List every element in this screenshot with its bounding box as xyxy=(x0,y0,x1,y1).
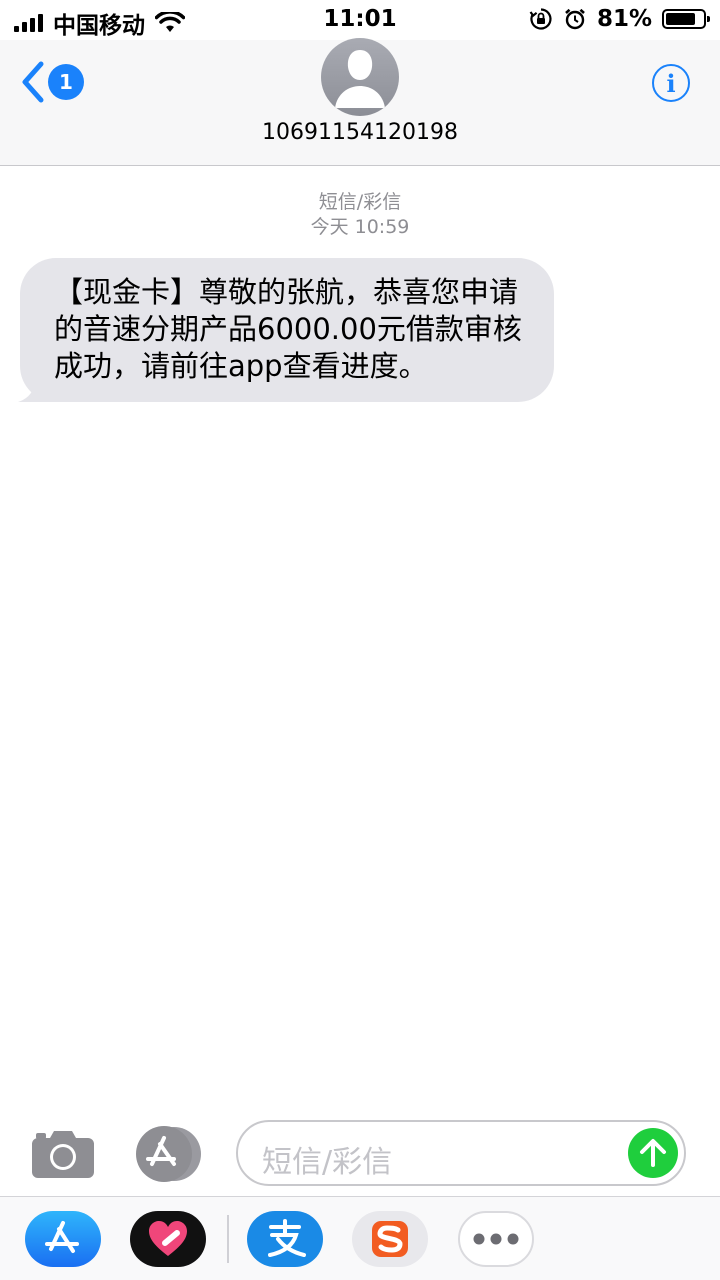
apps-button[interactable] xyxy=(134,1126,202,1182)
app-store-icon xyxy=(136,1126,201,1182)
status-right: 81% xyxy=(529,6,710,32)
orientation-lock-icon xyxy=(529,8,552,30)
service-label: 短信/彩信 xyxy=(318,191,402,213)
unread-badge: 1 xyxy=(48,64,84,100)
app-tray xyxy=(0,1196,720,1280)
message-input-placeholder: 短信/彩信 xyxy=(262,1145,393,1180)
message-meta: 短信/彩信 今天 10:59 xyxy=(0,190,720,240)
battery-icon xyxy=(662,9,710,29)
message-input[interactable]: 短信/彩信 xyxy=(236,1120,686,1186)
tray-app-store[interactable] xyxy=(25,1211,101,1267)
person-silhouette-icon xyxy=(335,50,385,108)
compose-bar: 短信/彩信 xyxy=(0,1108,720,1196)
conversation-header: 1 10691154120198 i xyxy=(0,38,720,166)
incoming-message-bubble[interactable]: 【现金卡】尊敬的张航，恭喜您申请的音速分期产品6000.00元借款审核成功，请前… xyxy=(20,258,554,402)
status-bar: 中国移动 11:01 81% xyxy=(0,0,720,40)
contact-name[interactable]: 10691154120198 xyxy=(0,120,720,145)
message-text: 【现金卡】尊敬的张航，恭喜您申请的音速分期产品6000.00元借款审核成功，请前… xyxy=(54,275,522,383)
app-store-icon xyxy=(45,1221,79,1253)
message-timestamp: 今天 10:59 xyxy=(310,216,410,238)
alipay-icon xyxy=(268,1219,306,1257)
send-button[interactable] xyxy=(628,1128,678,1178)
more-icon xyxy=(473,1233,519,1245)
tray-alipay[interactable] xyxy=(247,1211,323,1267)
camera-button[interactable] xyxy=(32,1130,94,1182)
heart-icon xyxy=(149,1221,187,1256)
tray-heart-app[interactable] xyxy=(130,1211,206,1267)
message-row: 【现金卡】尊敬的张航，恭喜您申请的音速分期产品6000.00元借款审核成功，请前… xyxy=(18,258,554,402)
tray-divider xyxy=(227,1215,229,1263)
arrow-up-icon xyxy=(640,1139,666,1167)
tray-sogou[interactable] xyxy=(352,1211,428,1267)
camera-icon xyxy=(32,1131,94,1178)
back-button[interactable]: 1 xyxy=(20,60,84,104)
battery-percent: 81% xyxy=(596,6,652,32)
contact-avatar[interactable] xyxy=(321,38,399,116)
info-button[interactable]: i xyxy=(652,64,690,102)
sogou-icon xyxy=(372,1221,408,1257)
messages-screen: 中国移动 11:01 81% 1 10691154120198 i 短信/彩信 … xyxy=(0,0,720,1280)
info-icon: i xyxy=(666,68,676,98)
tray-more[interactable] xyxy=(458,1211,534,1267)
chevron-left-icon xyxy=(22,61,44,103)
alarm-icon xyxy=(565,8,585,30)
